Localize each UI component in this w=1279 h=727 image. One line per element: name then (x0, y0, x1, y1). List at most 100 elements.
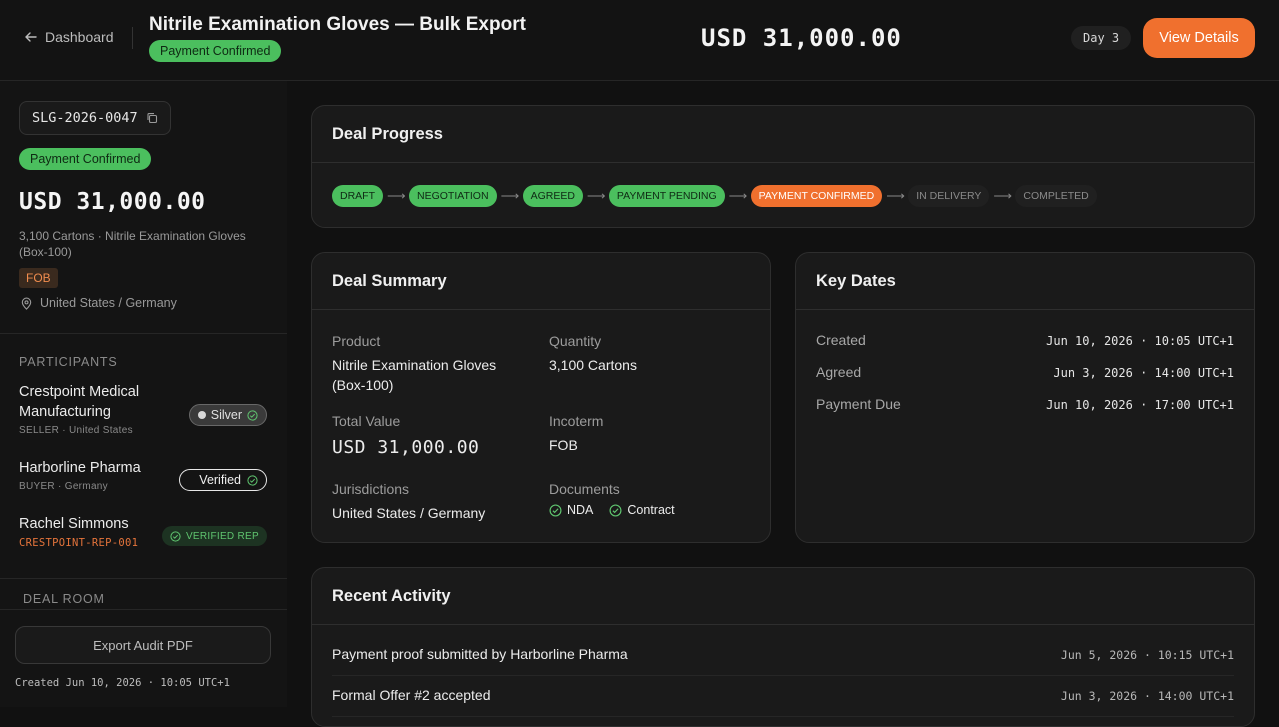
participant-rep[interactable]: Rachel Simmons CRESTPOINT-REP-001 VERIFI… (19, 514, 269, 549)
stage-payment-confirmed: PAYMENT CONFIRMED (750, 185, 883, 207)
key-date-row: Payment Due Jun 10, 2026 · 17:00 UTC+1 (816, 396, 1234, 416)
sidebar-description: 3,100 Cartons · Nitrile Examination Glov… (19, 229, 246, 259)
check-circle-icon (609, 503, 622, 517)
quantity-value: 3,100 Cartons (549, 357, 637, 373)
badge-label: Verified (199, 473, 241, 487)
participant-name: Crestpoint Medical Manufacturing (19, 384, 140, 420)
card-divider (796, 309, 1254, 310)
participant-role: SELLER · United States (19, 425, 133, 436)
activity-text: Formal Offer #2 accepted (332, 687, 491, 703)
top-bar: Dashboard Nitrile Examination Gloves — B… (0, 0, 1279, 81)
deal-id-chip[interactable]: SLG-2026-0047 (19, 101, 171, 135)
back-label: Dashboard (45, 29, 114, 45)
card-title: Key Dates (816, 272, 896, 290)
sidebar-divider (0, 609, 287, 610)
document-nda[interactable]: NDA (567, 503, 593, 517)
sidebar-divider (0, 333, 287, 334)
key-date-value: Jun 10, 2026 · 10:05 UTC+1 (1046, 334, 1234, 348)
key-date-row: Agreed Jun 3, 2026 · 14:00 UTC+1 (816, 364, 1234, 384)
stage-agreed: AGREED (522, 185, 583, 207)
header-amount: USD 31,000.00 (701, 24, 902, 52)
verified-badge: Verified (179, 469, 267, 491)
key-date-value: Jun 3, 2026 · 14:00 UTC+1 (1053, 366, 1234, 380)
card-divider (312, 162, 1254, 163)
check-circle-icon (247, 409, 258, 421)
sidebar-location: United States / Germany (20, 296, 177, 310)
key-date-label: Payment Due (816, 396, 901, 412)
arrow-right-icon: ⟶ (586, 188, 606, 203)
arrow-right-icon: ⟶ (500, 188, 520, 203)
location-pin-icon (21, 297, 32, 310)
view-details-button[interactable]: View Details (1143, 18, 1255, 58)
arrow-left-icon (25, 32, 37, 42)
copy-icon[interactable] (146, 112, 158, 124)
silver-dot-icon (197, 411, 206, 419)
arrow-right-icon: ⟶ (886, 188, 905, 203)
activity-row[interactable]: Payment proof submitted by Harborline Ph… (332, 636, 1234, 676)
stage-negotiation: NEGOTIATION (409, 185, 497, 207)
back-to-dashboard-link[interactable]: Dashboard (24, 29, 114, 45)
product-value: Nitrile Examination Gloves (Box-100) (332, 357, 497, 393)
key-date-row: Created Jun 10, 2026 · 10:05 UTC+1 (816, 332, 1234, 352)
quantity-label: Quantity (549, 333, 602, 349)
arrow-right-icon: ⟶ (387, 188, 406, 203)
header-divider (132, 27, 133, 49)
key-date-label: Agreed (816, 364, 862, 380)
day-chip: Day 3 (1071, 26, 1132, 50)
incoterm-label: Incoterm (549, 413, 604, 429)
location-text: United States / Germany (40, 296, 177, 310)
arrow-right-icon: ⟶ (993, 188, 1012, 203)
stage-payment-pending: PAYMENT PENDING (608, 185, 725, 207)
stage-in-delivery: IN DELIVERY (908, 185, 990, 207)
check-circle-icon (549, 503, 562, 517)
participant-seller[interactable]: Crestpoint Medical Manufacturing SELLER … (19, 382, 269, 436)
key-date-value: Jun 10, 2026 · 17:00 UTC+1 (1046, 398, 1234, 412)
product-label: Product (332, 333, 381, 349)
card-divider (312, 309, 770, 310)
stage-draft: DRAFT (332, 185, 383, 207)
key-dates-card: Key Dates Created Jun 10, 2026 · 10:05 U… (795, 252, 1255, 543)
verified-rep-badge: VERIFIED REP (161, 526, 267, 546)
deal-progress-card: Deal Progress DRAFT ⟶ NEGOTIATION ⟶ AGREED ⟶ P… (311, 105, 1255, 228)
silver-tier-badge: Silver (188, 404, 267, 426)
badge-label: Silver (210, 408, 242, 422)
incoterm-value: FOB (549, 437, 578, 453)
jurisdictions-label: Jurisdictions (332, 481, 410, 497)
activity-time: Jun 5, 2026 · 10:15 UTC+1 (1060, 648, 1234, 662)
badge-label: VERIFIED REP (185, 530, 259, 542)
sidebar: SLG-2026-0047 Payment Confirmed USD 31,0… (0, 81, 287, 707)
arrow-right-icon: ⟶ (728, 188, 748, 203)
check-circle-icon (170, 530, 181, 542)
jurisdictions-value: United States / Germany (332, 505, 486, 521)
created-timestamp: Created Jun 10, 2026 · 10:05 UTC+1 (15, 677, 230, 689)
deal-summary-card: Deal Summary Product Nitrile Examination… (311, 252, 771, 543)
total-value: USD 31,000.00 (332, 437, 480, 458)
card-title: Recent Activity (332, 587, 451, 605)
check-circle-icon (247, 474, 258, 486)
documents-list: NDA Contract (549, 503, 675, 517)
deal-id: SLG-2026-0047 (32, 110, 138, 126)
incoterm-tag: FOB (19, 268, 58, 288)
card-divider (312, 624, 1254, 625)
stage-tracker: DRAFT ⟶ NEGOTIATION ⟶ AGREED ⟶ PAYMENT PENDING… (332, 185, 1097, 207)
page-title: Nitrile Examination Gloves — Bulk Export (149, 14, 526, 35)
activity-time: Jun 3, 2026 · 14:00 UTC+1 (1060, 689, 1234, 703)
total-value-label: Total Value (332, 413, 401, 429)
status-badge: Payment Confirmed (149, 40, 282, 62)
key-date-label: Created (816, 332, 866, 348)
card-title: Deal Progress (332, 125, 443, 143)
sidebar-divider (0, 578, 287, 579)
activity-text: Payment proof submitted by Harborline Ph… (332, 646, 628, 662)
deal-room-label[interactable]: DEAL ROOM (23, 592, 105, 606)
documents-label: Documents (549, 481, 620, 497)
document-contract[interactable]: Contract (627, 503, 674, 517)
participant-buyer[interactable]: Harborline Pharma BUYER · Germany Verifi… (19, 458, 269, 492)
card-title: Deal Summary (332, 272, 447, 290)
sidebar-status-badge: Payment Confirmed (19, 148, 152, 170)
activity-row[interactable]: Formal Offer #2 accepted Jun 3, 2026 · 1… (332, 677, 1234, 717)
sidebar-amount: USD 31,000.00 (19, 189, 206, 215)
participants-label: PARTICIPANTS (19, 355, 118, 369)
recent-activity-card: Recent Activity Payment proof submitted … (311, 567, 1255, 727)
stage-completed: COMPLETED (1015, 185, 1097, 207)
export-audit-pdf-button[interactable]: Export Audit PDF (15, 626, 271, 664)
